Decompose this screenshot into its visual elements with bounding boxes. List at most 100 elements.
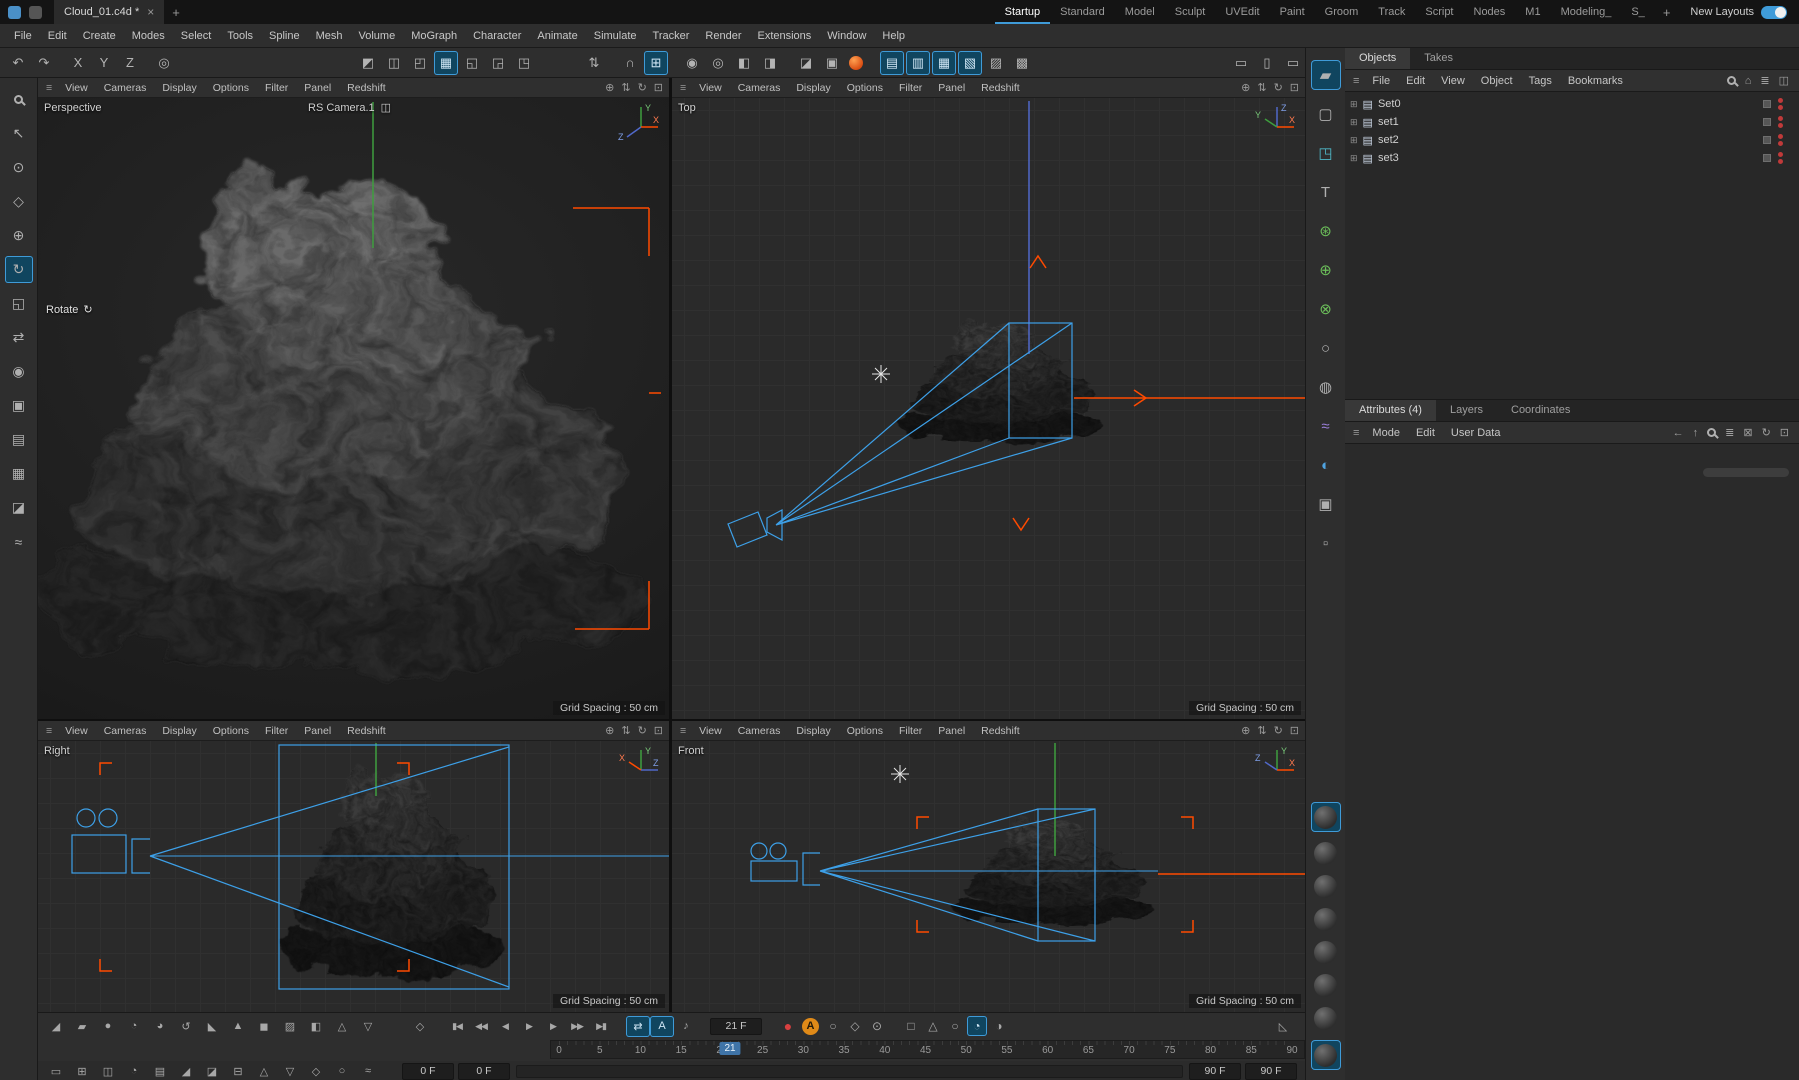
modeling-tool-icon[interactable]: ↺ bbox=[174, 1016, 198, 1037]
keying-icon[interactable]: ◑ bbox=[989, 1016, 1009, 1036]
display-filter-icon[interactable] bbox=[1310, 802, 1341, 832]
close-document-icon[interactable]: × bbox=[147, 5, 154, 19]
layout-tab[interactable]: Standard bbox=[1050, 0, 1115, 24]
modeling-tool-icon[interactable]: △ bbox=[330, 1016, 354, 1037]
viewport-menu-icon[interactable]: ≡ bbox=[44, 725, 58, 737]
expand-icon[interactable]: ⊡ bbox=[1780, 426, 1789, 439]
modeling-tool-icon[interactable]: ≈ bbox=[356, 1061, 380, 1080]
keyframe-nav-icon[interactable]: ◇ bbox=[408, 1016, 432, 1037]
keying-icon[interactable]: ◔ bbox=[967, 1016, 987, 1036]
keying-icon[interactable]: ○ bbox=[945, 1016, 965, 1036]
view-tool-icon[interactable]: ▥ bbox=[906, 50, 930, 75]
modeling-tool-icon[interactable]: ◢ bbox=[174, 1061, 198, 1080]
object-manager-menu-item[interactable]: View bbox=[1434, 75, 1472, 87]
left-tool-icon[interactable]: ◇ bbox=[5, 188, 33, 215]
viewport-nav-icon[interactable]: ⊕ bbox=[1241, 724, 1250, 737]
shading-sphere-icon[interactable] bbox=[1314, 974, 1337, 997]
modeling-tool-icon[interactable]: ▲ bbox=[226, 1016, 250, 1037]
strip-tool-icon[interactable]: T bbox=[1311, 177, 1341, 207]
object-name[interactable]: Set0 bbox=[1378, 98, 1401, 110]
layer-chip[interactable] bbox=[1763, 136, 1771, 144]
layout-tab[interactable]: Nodes bbox=[1464, 0, 1516, 24]
keying-icon[interactable]: △ bbox=[923, 1016, 943, 1036]
filter-icon[interactable]: ≣ bbox=[1725, 426, 1734, 439]
viewport-menu-item[interactable]: Filter bbox=[892, 725, 929, 737]
attribute-manager-tab[interactable]: Coordinates bbox=[1497, 400, 1584, 421]
viewport-nav-icon[interactable]: ⇅ bbox=[621, 81, 630, 94]
viewport-nav-icon[interactable]: ↻ bbox=[1274, 724, 1283, 737]
layout-tab[interactable]: Script bbox=[1415, 0, 1463, 24]
left-tool-icon[interactable]: ⊙ bbox=[5, 154, 33, 181]
new-document-button[interactable]: + bbox=[164, 5, 188, 20]
modeling-tool-icon[interactable]: ▽ bbox=[278, 1061, 302, 1080]
modeling-tool-icon[interactable]: ◧ bbox=[304, 1016, 328, 1037]
modeling-tool-icon[interactable]: ○ bbox=[330, 1061, 354, 1080]
viewport-menu-item[interactable]: Cameras bbox=[731, 725, 788, 737]
shading-sphere-icon[interactable] bbox=[1314, 941, 1337, 964]
left-tool-icon[interactable]: ↻ bbox=[4, 256, 33, 283]
object-manager-menu-item[interactable]: File bbox=[1365, 75, 1397, 87]
object-row[interactable]: ⊞ ▤ set3 bbox=[1345, 149, 1799, 167]
screen-layout-icon[interactable]: ▭ bbox=[1281, 51, 1305, 75]
modeling-tool-icon[interactable]: ▭ bbox=[44, 1061, 68, 1080]
attribute-manager-menu-item[interactable]: User Data bbox=[1444, 427, 1508, 439]
viewport-nav-icon[interactable]: ⊡ bbox=[654, 724, 663, 737]
right-canvas[interactable]: Right Y Z X Grid Spacing : 50 cm bbox=[38, 741, 669, 1012]
viewport-menu-icon[interactable]: ≡ bbox=[678, 82, 692, 94]
viewport-menu-item[interactable]: Redshift bbox=[340, 82, 393, 94]
axis-lock-button[interactable]: Y bbox=[92, 51, 116, 75]
modeling-tool-icon[interactable]: △ bbox=[252, 1061, 276, 1080]
playback-button[interactable]: ▮◀ bbox=[446, 1016, 468, 1037]
strip-tool-icon[interactable]: ⊕ bbox=[1311, 255, 1341, 285]
viewport-menu-item[interactable]: View bbox=[58, 725, 95, 737]
coord-system-button[interactable]: ◎ bbox=[152, 51, 176, 75]
viewport-menu-item[interactable]: Options bbox=[840, 725, 890, 737]
view-tool-icon[interactable]: ▦ bbox=[932, 50, 956, 75]
playback-button[interactable]: ▶▮ bbox=[590, 1016, 612, 1037]
viewport-menu-item[interactable]: View bbox=[692, 725, 729, 737]
object-manager-tab[interactable]: Objects bbox=[1345, 48, 1411, 69]
visibility-dots[interactable] bbox=[1778, 134, 1783, 146]
menu-item[interactable]: Character bbox=[465, 30, 529, 42]
object-row[interactable]: ⊞ ▤ Set0 bbox=[1345, 95, 1799, 113]
viewport-nav-icon[interactable]: ↻ bbox=[638, 81, 647, 94]
modeling-tool-icon[interactable]: ◪ bbox=[200, 1061, 224, 1080]
menu-item[interactable]: Help bbox=[874, 30, 913, 42]
layout-tab[interactable]: M1 bbox=[1515, 0, 1550, 24]
new-layouts-control[interactable]: New Layouts bbox=[1678, 5, 1799, 19]
model-tool-icon[interactable]: ▦ bbox=[434, 50, 458, 75]
modeling-tool-icon[interactable]: ▨ bbox=[278, 1016, 302, 1037]
visibility-dots[interactable] bbox=[1778, 116, 1783, 128]
add-layout-button[interactable]: + bbox=[1655, 5, 1679, 20]
back-icon[interactable]: ← bbox=[1673, 427, 1684, 439]
history-icon[interactable]: ↶ bbox=[6, 51, 30, 75]
menu-item[interactable]: Tools bbox=[219, 30, 261, 42]
record-icon[interactable]: A bbox=[802, 1017, 819, 1035]
object-name[interactable]: set3 bbox=[1378, 152, 1399, 164]
expander-icon[interactable]: ⊞ bbox=[1350, 135, 1358, 146]
object-row[interactable]: ⊞ ▤ set2 bbox=[1345, 131, 1799, 149]
layout-tab[interactable]: Startup bbox=[995, 0, 1050, 24]
autokey-mode-button[interactable]: A bbox=[650, 1015, 674, 1037]
menu-item[interactable]: Tracker bbox=[645, 30, 698, 42]
arrow-tool-icon[interactable]: ⇅ bbox=[582, 51, 606, 75]
viewport-menu-item[interactable]: Display bbox=[789, 82, 837, 94]
playback-button[interactable]: ▶ bbox=[542, 1016, 564, 1037]
view-tool-icon[interactable]: ▩ bbox=[1010, 51, 1034, 75]
viewport-splitter-horizontal[interactable] bbox=[38, 717, 1305, 723]
playback-button[interactable]: ◀◀ bbox=[470, 1016, 492, 1037]
record-icon[interactable]: ● bbox=[778, 1016, 798, 1036]
expander-icon[interactable]: ⊞ bbox=[1350, 153, 1358, 164]
modeling-tool-icon[interactable]: ◫ bbox=[96, 1061, 120, 1080]
object-name[interactable]: set2 bbox=[1378, 134, 1399, 146]
left-tool-icon[interactable]: ≈ bbox=[5, 528, 33, 555]
left-tool-icon[interactable]: ▣ bbox=[5, 392, 33, 419]
screen-layout-icon[interactable]: ▯ bbox=[1255, 51, 1279, 75]
modeling-tool-icon[interactable]: ▤ bbox=[148, 1061, 172, 1080]
document-tab[interactable]: Cloud_01.c4d * × bbox=[54, 0, 165, 24]
top-canvas[interactable]: Top Z X Y Grid Spacing : 50 cm bbox=[672, 98, 1305, 719]
expander-icon[interactable]: ⊞ bbox=[1350, 117, 1358, 128]
menu-item[interactable]: Edit bbox=[40, 30, 75, 42]
modeling-tool-icon[interactable]: ◇ bbox=[304, 1061, 328, 1080]
modeling-tool-icon[interactable]: ◢ bbox=[44, 1016, 68, 1037]
